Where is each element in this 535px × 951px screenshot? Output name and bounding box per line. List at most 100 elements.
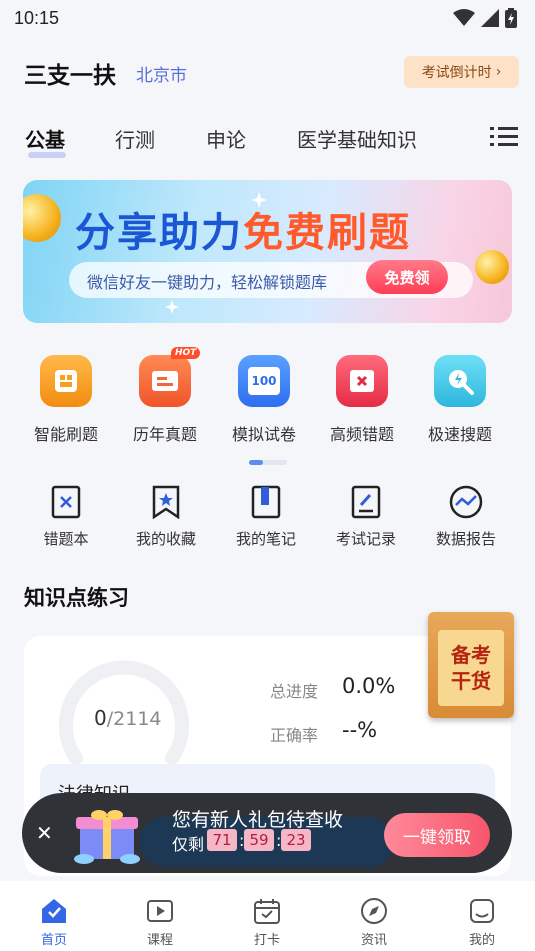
profile-icon [470,899,494,923]
feature-label: 极速搜题 [427,425,492,444]
progress-total: /2114 [106,708,162,730]
exam-record-icon [351,485,381,519]
tool-exam-record[interactable]: 考试记录 [316,482,416,549]
tool-label: 数据报告 [435,530,496,548]
float-tag-label: 备考 干货 [438,630,504,706]
nav-profile[interactable]: 我的 [452,897,512,948]
float-tag-line2: 干货 [451,669,491,693]
mock-exam-icon-text: 100 [248,367,280,395]
banner-title-part1: 分享助力 [75,210,243,256]
tool-label: 考试记录 [335,530,396,548]
nav-label: 课程 [146,933,173,948]
study-materials-float-button[interactable]: 备考 干货 [428,612,514,718]
calendar-checkin-icon [254,899,280,924]
feature-label: 高频错题 [329,425,394,444]
nav-checkin[interactable]: 打卡 [237,897,297,948]
battery-icon [505,8,517,28]
tab-shenlun[interactable]: 申论 [206,124,246,153]
feature-grid: 智能刷题 HOT 历年真题 100 模拟试卷 高频错题 极速搜题 [0,347,535,452]
bookmark-icon [152,485,180,519]
tool-label: 我的笔记 [235,530,296,548]
bottom-nav: 首页 课程 打卡 资讯 我的 [0,881,535,951]
tab-xingce[interactable]: 行测 [115,124,155,153]
subject-tabs: 公基 行测 申论 医学基础知识 [0,118,535,162]
course-play-icon [147,900,173,922]
tool-label: 我的收藏 [135,530,196,548]
section-title: 知识点练习 [24,586,129,610]
home-icon [42,899,66,923]
progress-value: 0.0% [342,674,396,698]
nav-label: 我的 [468,933,495,948]
header: 三支一扶 北京市 考试倒计时 › [0,52,535,92]
banner-title-part2: 免费刷题 [243,210,411,256]
feature-past-exams[interactable]: HOT 历年真题 [115,347,215,445]
sparkle-icon [165,300,179,314]
progress-count: 0/2114 [94,706,162,730]
progress-label: 总进度 [270,682,319,701]
feature-frequent-errors[interactable]: 高频错题 [312,352,412,445]
gift-box-icon [74,810,140,864]
feature-label: 历年真题 [132,425,197,444]
quick-search-icon [434,355,486,407]
popup-title: 您有新人礼包待查收 [172,809,344,831]
smart-practice-icon [40,355,92,407]
nav-home[interactable]: 首页 [24,897,84,948]
tool-notes[interactable]: 我的笔记 [216,482,316,549]
page-indicator-active [249,460,263,465]
nav-news[interactable]: 资讯 [344,897,404,948]
status-bar: 10:15 [0,0,535,36]
data-report-icon [449,485,483,519]
signal-icon [481,9,499,27]
nav-label: 资讯 [360,933,387,948]
compass-news-icon [361,898,387,924]
timer-hours: 71 [207,829,237,851]
banner-free-claim-button[interactable]: 免费领 [366,260,448,294]
past-exams-icon: HOT [139,347,201,407]
tab-medical-basics[interactable]: 医学基础知识 [297,124,417,153]
feature-mock-exam[interactable]: 100 模拟试卷 [214,352,314,445]
nav-label: 首页 [40,933,67,948]
accuracy-label: 正确率 [270,726,319,745]
feature-label: 智能刷题 [33,425,98,444]
tab-gongji[interactable]: 公基 [25,124,65,153]
city-selector[interactable]: 北京市 [136,61,187,86]
mistake-book-icon [51,485,81,519]
mock-exam-icon: 100 [238,355,290,407]
hot-badge: HOT [171,347,201,359]
nav-course[interactable]: 课程 [130,897,190,948]
progress-done: 0 [94,706,107,730]
promo-banner[interactable]: 分享助力免费刷题 微信好友一键助力，轻松解锁题库 免费领 [23,180,512,323]
tool-mistake-book[interactable]: 错题本 [16,482,116,549]
remaining-label: 仅剩 [172,835,205,854]
timer-minutes: 59 [244,829,274,851]
close-icon[interactable]: ✕ [36,821,53,845]
claim-gift-button[interactable]: 一键领取 [384,813,490,857]
new-user-gift-popup: ✕ 您有新人礼包待查收 仅剩 71 : 59 : 23 一键领取 [22,793,512,873]
gold-coin-icon [475,250,509,284]
feature-quick-search[interactable]: 极速搜题 [410,352,510,445]
timer-seconds: 23 [281,829,311,851]
tool-label: 错题本 [43,530,89,548]
wifi-icon [453,9,475,26]
feature-label: 模拟试卷 [231,425,296,444]
status-time: 10:15 [14,7,60,28]
tool-row: 错题本 我的收藏 我的笔记 考试记录 数据报告 [0,482,535,552]
page-indicator [249,460,287,465]
notes-icon [251,485,281,519]
exam-countdown-label: 考试倒计时 [421,65,492,81]
menu-list-icon[interactable] [490,126,518,148]
feature-smart-practice[interactable]: 智能刷题 [16,352,116,445]
accuracy-value: --% [342,718,378,742]
banner-subtitle: 微信好友一键助力，轻松解锁题库 [87,273,328,292]
app-title: 三支一扶 [24,63,116,89]
status-icons [453,8,517,28]
float-tag-line1: 备考 [451,643,491,667]
banner-title: 分享助力免费刷题 [75,200,411,258]
exam-countdown-button[interactable]: 考试倒计时 › [404,56,519,88]
tool-bookmark[interactable]: 我的收藏 [116,482,216,549]
nav-label: 打卡 [253,933,280,948]
frequent-errors-icon [336,355,388,407]
gold-coin-icon [23,194,61,242]
tool-data-report[interactable]: 数据报告 [416,482,516,549]
chevron-right-icon: › [495,64,502,80]
